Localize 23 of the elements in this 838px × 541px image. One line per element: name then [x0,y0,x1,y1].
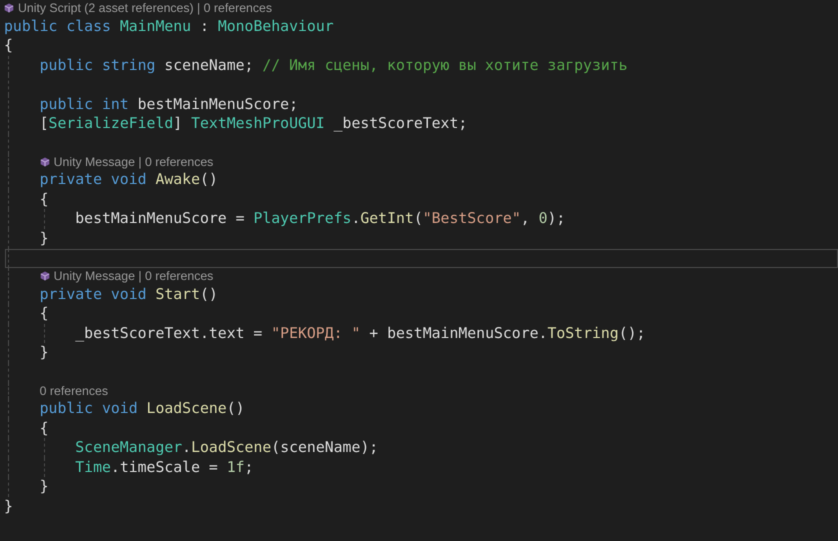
code-line: { [40,305,49,322]
code-line: [SerializeField] TextMeshProUGUI _bestScoreText; [40,115,468,132]
code-line: SceneManager.LoadScene(sceneName); [75,439,378,456]
code-line: private void Awake() [40,171,218,188]
code-line: } [40,344,49,362]
code-line: bestMainMenuScore = PlayerPrefs.GetInt("BestScore", 0); [75,210,566,228]
code-line: public string sceneName; // Имя сцены, которую вы хотите загрузить [40,56,628,74]
code-line: } [40,478,49,496]
code-line: { [40,420,49,437]
codelens-text[interactable]: 0 references [40,382,108,400]
codelens-text[interactable]: Unity Message | 0 references [54,154,214,170]
code-line: public int bestMainMenuScore; [40,96,298,113]
code-line: { [4,37,13,54]
code-line: { [40,190,49,208]
code-line: public void LoadScene() [40,400,245,418]
code-line: } [40,230,49,247]
code-line: } [4,498,13,516]
codelens-text[interactable]: Unity Message | 0 references [54,268,214,285]
code-line: Time.timeScale = 1f; [75,458,254,476]
codelens-text[interactable]: Unity Script (2 asset references) | 0 references [18,0,272,16]
code-line: _bestScoreText.text = "РЕКОРД: " + bestMainMenuScore.ToString(); [75,324,646,342]
code-line: private void Start() [40,286,218,303]
code-line: public class MainMenu : MonoBehaviour [4,18,334,34]
